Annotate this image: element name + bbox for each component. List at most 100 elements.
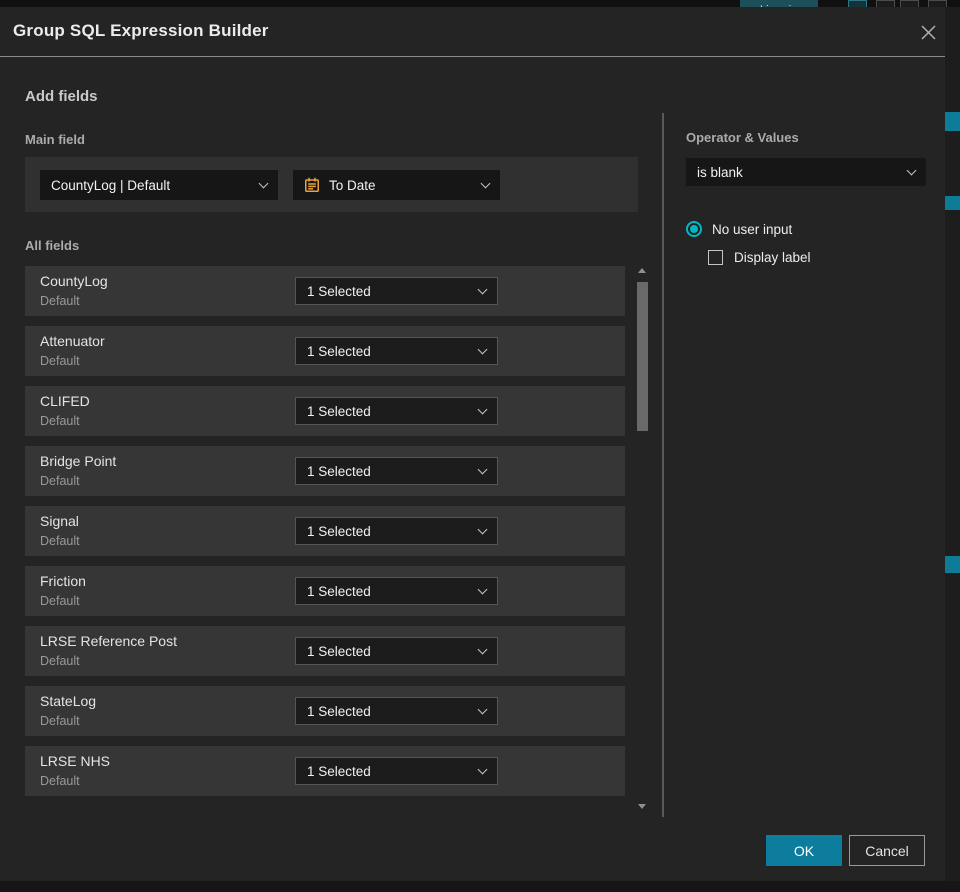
field-list-item: LRSE Reference Post Default 1 Selected [25,626,625,676]
selected-count-label: 1 Selected [307,403,371,419]
toolbar-icon-button[interactable] [848,0,867,7]
field-subtitle: Default [40,414,80,428]
field-list-item: StateLog Default 1 Selected [25,686,625,736]
chevron-down-icon [477,344,488,354]
background-bottom-edge [0,881,960,892]
field-subtitle: Default [40,354,80,368]
field-name: LRSE Reference Post [40,633,177,649]
list-scrollbar[interactable] [636,262,649,812]
selected-count-label: 1 Selected [307,463,371,479]
chevron-down-icon [477,764,488,774]
main-field-source-dropdown[interactable]: CountyLog | Default [40,170,278,200]
field-subtitle: Default [40,294,80,308]
selected-count-label: 1 Selected [307,343,371,359]
field-selected-dropdown[interactable]: 1 Selected [295,277,498,305]
background-selected-item [945,556,960,573]
scroll-down-arrow-icon[interactable] [638,804,646,809]
background-app-panel [945,7,960,892]
main-field-source-value: CountyLog | Default [51,177,171,193]
operator-values-heading: Operator & Values [686,130,799,145]
background-selected-item [945,112,960,131]
field-selected-dropdown[interactable]: 1 Selected [295,637,498,665]
dialog-title: Group SQL Expression Builder [13,21,269,40]
field-selected-dropdown[interactable]: 1 Selected [295,577,498,605]
chevron-down-icon [258,178,269,188]
group-sql-expression-builder-dialog: Group SQL Expression Builder Add fields … [0,7,945,881]
toolbar-icon-button[interactable] [928,0,947,7]
field-selected-dropdown[interactable]: 1 Selected [295,337,498,365]
field-selected-dropdown[interactable]: 1 Selected [295,757,498,785]
field-list-item: Bridge Point Default 1 Selected [25,446,625,496]
chevron-down-icon [477,584,488,594]
chevron-down-icon [477,644,488,654]
chevron-down-icon [906,165,917,175]
all-fields-list: CountyLog Default 1 Selected Attenuator … [25,266,625,806]
main-field-label: Main field [25,132,85,147]
field-list-item: CountyLog Default 1 Selected [25,266,625,316]
all-fields-label: All fields [25,238,80,253]
field-list-item: Signal Default 1 Selected [25,506,625,556]
field-name: CLIFED [40,393,90,409]
calendar-icon [304,177,320,193]
field-name: Signal [40,513,79,529]
no-user-input-radio-row[interactable]: No user input [686,221,792,237]
selected-count-label: 1 Selected [307,583,371,599]
field-subtitle: Default [40,594,80,608]
radio-selected-icon[interactable] [686,221,702,237]
field-selected-dropdown[interactable]: 1 Selected [295,697,498,725]
add-fields-heading: Add fields [25,88,98,105]
field-subtitle: Default [40,714,80,728]
main-field-value-dropdown[interactable]: To Date [293,170,500,200]
panel-divider [662,113,664,817]
toolbar-icon-button[interactable] [876,0,895,7]
scroll-up-arrow-icon[interactable] [638,268,646,273]
screen: Live view Group SQL Expression Builder A… [0,0,960,892]
selected-count-label: 1 Selected [307,703,371,719]
dialog-titlebar: Group SQL Expression Builder [0,7,945,57]
field-list-item: LRSE NHS Default 1 Selected [25,746,625,796]
field-selected-dropdown[interactable]: 1 Selected [295,457,498,485]
chevron-down-icon [477,704,488,714]
main-field-value: To Date [329,177,376,193]
field-list-item: CLIFED Default 1 Selected [25,386,625,436]
field-name: CountyLog [40,273,108,289]
close-icon[interactable] [916,20,940,44]
operator-value: is blank [697,164,743,180]
chevron-down-icon [477,284,488,294]
background-app-toolbar: Live view [0,0,960,7]
selected-count-label: 1 Selected [307,643,371,659]
chevron-down-icon [477,524,488,534]
field-selected-dropdown[interactable]: 1 Selected [295,517,498,545]
ok-button[interactable]: OK [766,835,842,866]
field-list-item: Attenuator Default 1 Selected [25,326,625,376]
operator-dropdown[interactable]: is blank [686,158,926,186]
field-name: StateLog [40,693,97,709]
background-selected-item [945,196,960,210]
selected-count-label: 1 Selected [307,283,371,299]
field-subtitle: Default [40,774,80,788]
field-name: Attenuator [40,333,105,349]
chevron-down-icon [477,404,488,414]
field-subtitle: Default [40,654,80,668]
field-name: Bridge Point [40,453,117,469]
field-subtitle: Default [40,534,80,548]
radio-dot [690,225,698,233]
field-name: LRSE NHS [40,753,111,769]
live-view-button[interactable]: Live view [740,0,818,7]
cancel-button[interactable]: Cancel [849,835,925,866]
chevron-down-icon [477,464,488,474]
scrollbar-thumb[interactable] [637,282,648,431]
selected-count-label: 1 Selected [307,523,371,539]
field-selected-dropdown[interactable]: 1 Selected [295,397,498,425]
toolbar-icon-button[interactable] [900,0,919,7]
selected-count-label: 1 Selected [307,763,371,779]
display-label-checkbox-row[interactable]: Display label [708,250,811,265]
field-name: Friction [40,573,86,589]
display-label-label: Display label [734,250,811,265]
chevron-down-icon [480,178,491,188]
field-list-item: Friction Default 1 Selected [25,566,625,616]
field-subtitle: Default [40,474,80,488]
no-user-input-label: No user input [712,221,793,237]
main-field-bar: CountyLog | Default To Date [25,157,638,212]
checkbox-unchecked-icon[interactable] [708,250,723,265]
